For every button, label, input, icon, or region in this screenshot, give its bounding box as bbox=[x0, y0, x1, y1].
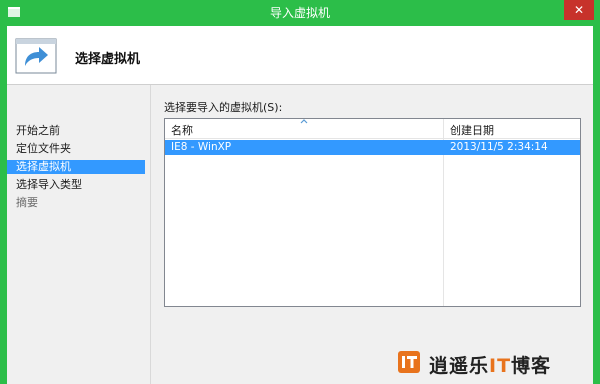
vm-list-label: 选择要导入的虚拟机(S): bbox=[164, 101, 283, 114]
vm-list[interactable]: 名称 创建日期 IE8 - WinXP 2013/11/5 2:34:14 bbox=[164, 118, 581, 307]
nav-item-import-type[interactable]: 选择导入类型 bbox=[7, 178, 145, 192]
watermark-text-a: 逍遥乐 bbox=[429, 355, 490, 377]
vm-name-cell: IE8 - WinXP bbox=[171, 141, 232, 153]
sort-ascending-icon bbox=[300, 119, 308, 124]
dialog-body: 开始之前 定位文件夹 选择虚拟机 选择导入类型 摘要 选择要导入的虚拟机(S):… bbox=[7, 85, 593, 384]
column-header-created[interactable]: 创建日期 bbox=[450, 122, 494, 138]
nav-item-before-you-begin[interactable]: 开始之前 bbox=[7, 124, 145, 138]
dialog-window: 导入虚拟机 ✕ 选择虚拟机 开始之前 定位文件夹 选择虚拟机 选择导入类型 摘要… bbox=[0, 0, 600, 384]
watermark-text-b: IT bbox=[489, 355, 512, 377]
watermark-logo: 逍遥乐IT博客 bbox=[397, 350, 577, 378]
title-bar: 导入虚拟机 ✕ bbox=[0, 0, 600, 26]
nav-item-select-vm[interactable]: 选择虚拟机 bbox=[7, 160, 145, 174]
vm-date-cell: 2013/11/5 2:34:14 bbox=[450, 141, 548, 153]
nav-item-locate-folder[interactable]: 定位文件夹 bbox=[7, 142, 145, 156]
list-header: 名称 创建日期 bbox=[165, 119, 580, 139]
nav-item-summary: 摘要 bbox=[16, 196, 38, 209]
wizard-nav: 开始之前 定位文件夹 选择虚拟机 选择导入类型 摘要 bbox=[7, 85, 150, 384]
nav-divider bbox=[150, 85, 151, 384]
watermark-text: 逍遥乐IT博客 bbox=[429, 351, 551, 378]
page-title: 选择虚拟机 bbox=[75, 52, 141, 67]
watermark-text-c: 博客 bbox=[511, 355, 552, 377]
arrow-right-icon bbox=[15, 38, 57, 74]
table-row[interactable]: IE8 - WinXP 2013/11/5 2:34:14 bbox=[165, 140, 580, 155]
close-button[interactable]: ✕ bbox=[564, 0, 594, 20]
window-title: 导入虚拟机 bbox=[269, 6, 330, 20]
it-badge-icon bbox=[398, 351, 420, 373]
page-header: 选择虚拟机 bbox=[7, 26, 593, 85]
column-header-name[interactable]: 名称 bbox=[171, 122, 193, 138]
dialog-client: 选择虚拟机 开始之前 定位文件夹 选择虚拟机 选择导入类型 摘要 选择要导入的虚… bbox=[7, 26, 593, 384]
